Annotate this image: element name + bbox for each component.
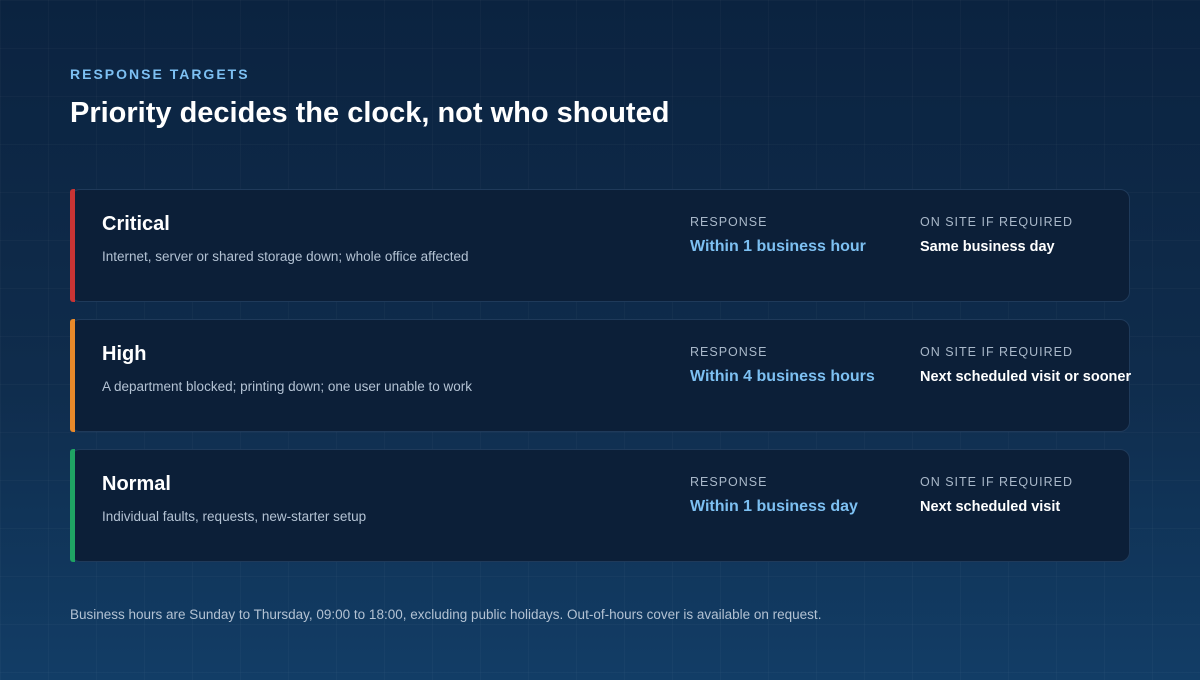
response-label: RESPONSE — [690, 215, 768, 229]
priority-list: Critical Internet, server or shared stor… — [70, 189, 1132, 579]
response-value: Within 1 business day — [690, 498, 858, 515]
onsite-value: Next scheduled visit — [920, 499, 1061, 515]
priority-row-high: High A department blocked; printing down… — [70, 319, 1132, 432]
response-value: Within 4 business hours — [690, 368, 875, 385]
response-label: RESPONSE — [690, 345, 768, 359]
onsite-value: Next scheduled visit or sooner — [920, 369, 1132, 385]
priority-name: High — [102, 343, 147, 365]
priority-description: Individual faults, requests, new-starter… — [102, 509, 367, 524]
priority-row-critical: Critical Internet, server or shared stor… — [70, 189, 1130, 302]
footnote: Business hours are Sunday to Thursday, 0… — [70, 607, 822, 622]
onsite-value: Same business day — [920, 239, 1055, 255]
priority-description: Internet, server or shared storage down;… — [102, 249, 469, 264]
priority-color-bar — [70, 319, 75, 432]
priority-color-bar — [70, 449, 75, 562]
onsite-label: ON SITE IF REQUIRED — [920, 345, 1074, 359]
priority-description: A department blocked; printing down; one… — [102, 379, 472, 394]
onsite-label: ON SITE IF REQUIRED — [920, 215, 1074, 229]
priority-name: Normal — [102, 473, 171, 495]
eyebrow-label: RESPONSE TARGETS — [70, 66, 250, 82]
onsite-label: ON SITE IF REQUIRED — [920, 475, 1074, 489]
response-value: Within 1 business hour — [690, 238, 866, 255]
priority-row-normal: Normal Individual faults, requests, new-… — [70, 449, 1130, 562]
priority-name: Critical — [102, 213, 170, 235]
priority-color-bar — [70, 189, 75, 302]
page-title: Priority decides the clock, not who shou… — [70, 97, 670, 129]
response-label: RESPONSE — [690, 475, 768, 489]
